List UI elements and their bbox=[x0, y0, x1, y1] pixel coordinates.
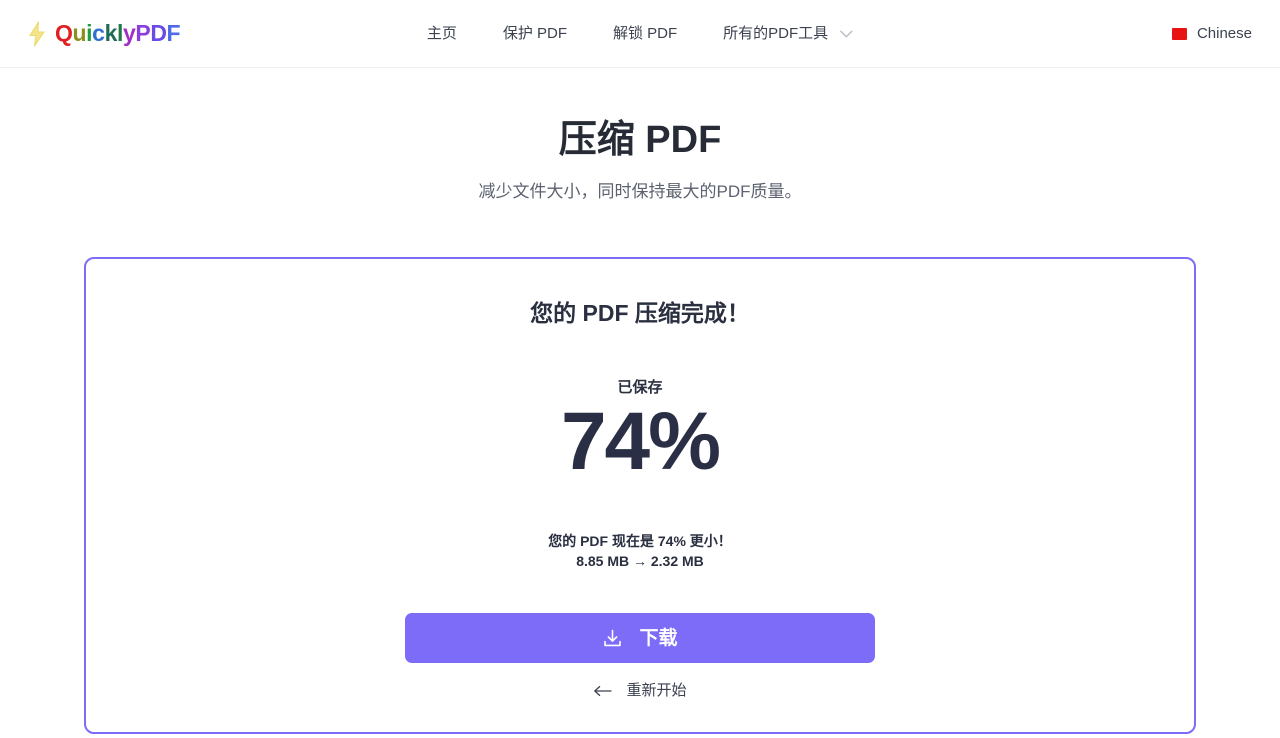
nav-item-home[interactable]: 主页 bbox=[427, 26, 457, 41]
brand-logo[interactable]: QuicklyPDF bbox=[26, 20, 181, 47]
download-button-label: 下载 bbox=[639, 627, 678, 649]
chevron-down-icon bbox=[840, 30, 853, 38]
compression-result-card: 您的 PDF 压缩完成！ 已保存 74% 您的 PDF 现在是 74% 更小！ … bbox=[84, 256, 1196, 735]
lightning-bolt-icon bbox=[26, 20, 48, 47]
size-comparison-line: 8.85 MB → 2.32 MB bbox=[576, 552, 704, 569]
saved-percent-value: 74% bbox=[560, 395, 721, 487]
download-icon bbox=[602, 628, 623, 649]
arrow-left-icon bbox=[593, 685, 613, 697]
brand-name: QuicklyPDF bbox=[55, 20, 181, 46]
restart-link-label: 重新开始 bbox=[626, 682, 687, 700]
nav-item-all-pdf-tools-label: 所有的PDF工具 bbox=[723, 25, 829, 42]
page-title: 压缩 PDF bbox=[558, 119, 722, 161]
main-content: 压缩 PDF 减少文件大小，同时保持最大的PDF质量。 您的 PDF 压缩完成！… bbox=[0, 68, 1280, 735]
site-header: QuicklyPDF 主页 保护 PDF 解锁 PDF 所有的PDF工具 Chi… bbox=[0, 0, 1280, 68]
saved-label: 已保存 bbox=[617, 378, 663, 396]
language-label: Chinese bbox=[1196, 25, 1252, 42]
nav-item-unlock-pdf[interactable]: 解锁 PDF bbox=[613, 26, 677, 41]
restart-link[interactable]: 重新开始 bbox=[126, 683, 1154, 698]
nav-item-protect-pdf[interactable]: 保护 PDF bbox=[503, 26, 567, 41]
download-button[interactable]: 下载 bbox=[405, 613, 875, 664]
savings-block: 已保存 74% bbox=[126, 379, 1154, 485]
summary-line: 您的 PDF 现在是 74% 更小！ bbox=[548, 532, 732, 549]
result-heading: 您的 PDF 压缩完成！ bbox=[530, 299, 750, 326]
main-navigation: 主页 保护 PDF 解锁 PDF 所有的PDF工具 bbox=[427, 26, 853, 41]
file-size-summary: 您的 PDF 现在是 74% 更小！ 8.85 MB → 2.32 MB bbox=[126, 531, 1154, 572]
page-subtitle: 减少文件大小，同时保持最大的PDF质量。 bbox=[478, 181, 802, 201]
nav-item-all-pdf-tools[interactable]: 所有的PDF工具 bbox=[723, 26, 853, 41]
language-selector[interactable]: Chinese bbox=[1171, 25, 1252, 42]
flag-china-icon bbox=[1171, 27, 1187, 40]
